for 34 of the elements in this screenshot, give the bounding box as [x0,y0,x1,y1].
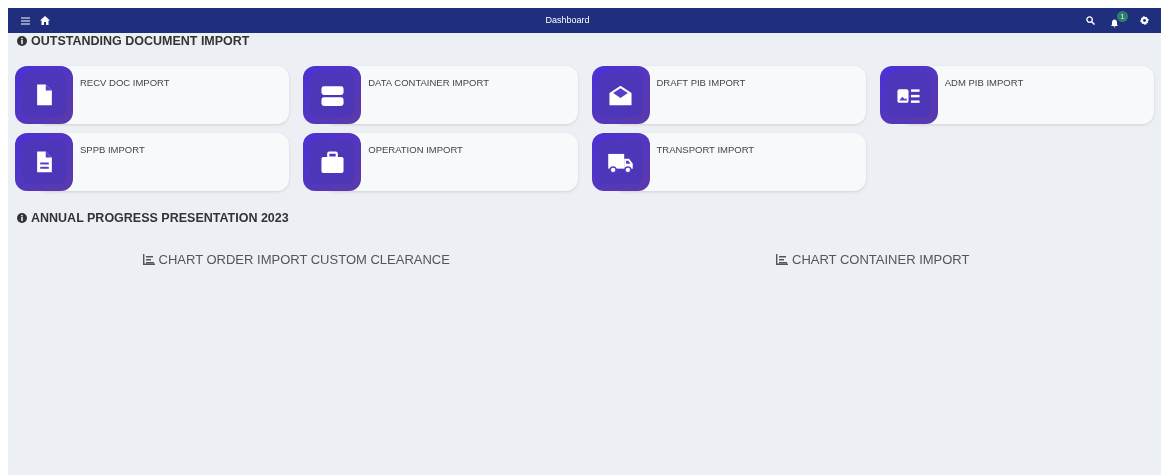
icon-tile[interactable] [879,66,938,124]
section-heading: OUTSTANDING DOCUMENT IMPORT [31,32,250,50]
briefcase-icon [318,149,346,175]
search-button[interactable] [1083,13,1097,28]
chart-icon [142,254,155,266]
icon-tile[interactable] [303,66,362,124]
notification-badge: 1 [1117,10,1128,22]
menu-icon [20,16,30,25]
icon-tile[interactable] [591,66,650,124]
card-label: DRAFT PIB IMPORT [656,76,746,90]
card-label: ADM PIB IMPORT [944,76,1024,90]
search-icon [1085,16,1095,25]
page-title: Dashboard [545,13,590,27]
info-icon [17,36,27,46]
icon-tile[interactable] [591,133,650,191]
card-label: RECV DOC IMPORT [80,76,170,90]
info-icon [17,213,27,223]
bell-icon [1110,18,1119,28]
card-label: OPERATION IMPORT [368,143,463,157]
card-label: DATA CONTAINER IMPORT [368,76,489,90]
notifications-button[interactable]: 1 [1109,10,1129,31]
card-label: SPPB IMPORT [80,143,145,157]
section-heading: ANNUAL PROGRESS PRESENTATION 2023 [31,209,289,227]
card-label: TRANSPORT IMPORT [656,143,755,157]
settings-icon [1139,16,1149,25]
icon-tile[interactable] [15,133,73,191]
home-button[interactable] [38,13,52,28]
chart-title: CHART CONTAINER IMPORT [792,251,970,269]
settings-button[interactable] [1137,13,1151,28]
chart-title: CHART ORDER IMPORT CUSTOM CLEARANCE [158,251,450,269]
icon-tile[interactable] [15,66,73,124]
chart-icon [776,254,788,266]
home-icon [40,16,50,25]
icon-tile[interactable] [303,133,362,191]
